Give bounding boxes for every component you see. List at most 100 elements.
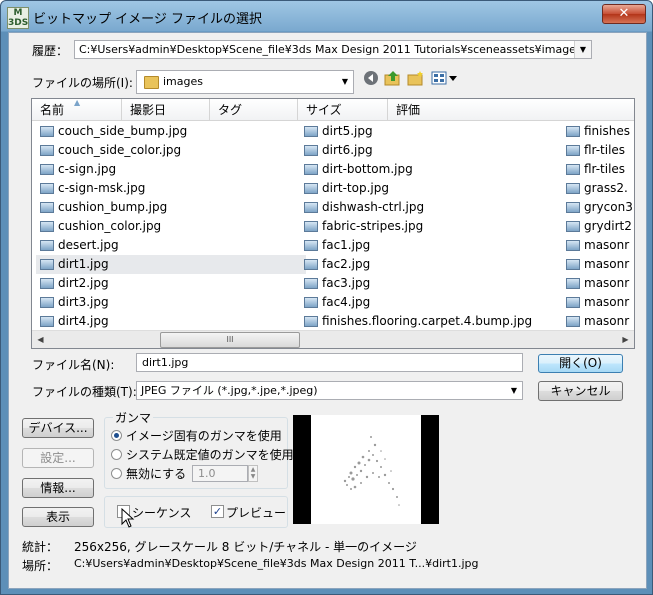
image-preview	[293, 415, 439, 524]
chevron-down-icon[interactable]: ▼	[574, 41, 591, 58]
chevron-down-icon[interactable]: ▼	[506, 382, 522, 399]
gamma-override-spinner[interactable]: 1.0	[192, 465, 248, 482]
3ds-max-app-icon: M 3DS	[7, 7, 29, 29]
close-button[interactable]: ✕	[602, 4, 646, 24]
file-item[interactable]: flr-tiles	[562, 141, 634, 160]
file-item[interactable]: fac2.jpg	[300, 255, 570, 274]
file-item[interactable]: dirt3.jpg	[36, 293, 306, 312]
image-file-icon	[40, 278, 54, 289]
file-item[interactable]: masonr	[562, 274, 634, 293]
filename-label: ファイル名(N):	[32, 358, 115, 372]
image-file-icon	[304, 221, 318, 232]
column-header-date[interactable]: 撮影日	[122, 99, 210, 121]
file-item[interactable]: masonr	[562, 293, 634, 312]
gamma-option-system-radio[interactable]	[111, 449, 122, 460]
file-item[interactable]: fabric-stripes.jpg	[300, 217, 570, 236]
file-list[interactable]: 名前 ▲ 撮影日 タグ サイズ 評価 couch_side_bump.jpg c…	[31, 98, 635, 349]
file-item[interactable]: dirt-top.jpg	[300, 179, 570, 198]
gamma-option-override-radio[interactable]	[111, 468, 122, 479]
file-item[interactable]: cushion_color.jpg	[36, 217, 306, 236]
file-item[interactable]: c-sign-msk.jpg	[36, 179, 306, 198]
mouse-cursor-icon	[121, 507, 135, 531]
file-item[interactable]: grydirt2	[562, 217, 634, 236]
image-file-icon	[566, 278, 580, 289]
image-file-icon	[40, 316, 54, 327]
location-combo[interactable]: images ▼	[136, 70, 354, 94]
column-header-size[interactable]: サイズ	[298, 99, 388, 121]
preview-checkbox[interactable]: ✓	[211, 505, 224, 518]
file-item-selected[interactable]: dirt1.jpg	[36, 255, 306, 274]
file-item[interactable]: c-sign.jpg	[36, 160, 306, 179]
info-button[interactable]: 情報...	[22, 478, 94, 498]
gamma-option-image-radio[interactable]	[111, 430, 122, 441]
file-item[interactable]: couch_side_bump.jpg	[36, 122, 306, 141]
file-item[interactable]: fac3.jpg	[300, 274, 570, 293]
file-column-1: couch_side_bump.jpg couch_side_color.jpg…	[36, 122, 306, 331]
devices-button[interactable]: デバイス...	[22, 418, 94, 438]
column-header-name[interactable]: 名前 ▲	[32, 99, 122, 121]
preview-label: プレビュー	[226, 506, 287, 520]
image-file-icon	[304, 164, 318, 175]
up-folder-icon[interactable]	[384, 70, 402, 88]
new-folder-icon[interactable]	[407, 70, 425, 88]
file-item[interactable]: dirt4.jpg	[36, 312, 306, 331]
horizontal-scrollbar[interactable]: ◀ III ▶	[32, 330, 634, 348]
file-item[interactable]: flr-tiles	[562, 160, 634, 179]
chevron-down-icon[interactable]: ▼	[337, 71, 353, 93]
title-bar[interactable]: M 3DS ビットマップ イメージ ファイルの選択 ✕	[1, 1, 652, 31]
file-item[interactable]: masonr	[562, 255, 634, 274]
image-file-icon	[566, 316, 580, 327]
file-item[interactable]: dirt6.jpg	[300, 141, 570, 160]
file-column-3: finishes flr-tiles flr-tiles grass2. gry…	[562, 122, 634, 331]
file-item[interactable]: dirt5.jpg	[300, 122, 570, 141]
sequence-label: シーケンス	[132, 506, 192, 520]
image-file-icon	[566, 240, 580, 251]
scroll-thumb[interactable]: III	[160, 332, 300, 348]
gamma-option-image-label: イメージ固有のガンマを使用	[126, 429, 282, 443]
file-item[interactable]: masonr	[562, 236, 634, 255]
column-header-tags[interactable]: タグ	[210, 99, 298, 121]
scroll-left-icon[interactable]: ◀	[32, 331, 49, 348]
spinner-arrows-icon[interactable]: ▲ ▼	[248, 465, 258, 482]
cancel-button[interactable]: キャンセル	[538, 381, 623, 401]
view-menu-icon[interactable]	[431, 70, 459, 88]
image-file-icon	[566, 183, 580, 194]
file-item[interactable]: dirt-bottom.jpg	[300, 160, 570, 179]
scroll-right-icon[interactable]: ▶	[617, 331, 634, 348]
location-value: images	[163, 75, 203, 88]
file-item[interactable]: finishes.flooring.carpet.4.bump.jpg	[300, 312, 570, 331]
image-file-icon	[304, 240, 318, 251]
image-file-icon	[566, 126, 580, 137]
back-icon[interactable]	[362, 70, 380, 88]
file-item[interactable]: dirt2.jpg	[36, 274, 306, 293]
image-file-icon	[40, 240, 54, 251]
file-item[interactable]: dishwash-ctrl.jpg	[300, 198, 570, 217]
window-title: ビットマップ イメージ ファイルの選択	[33, 12, 263, 27]
file-dialog-window: M 3DS ビットマップ イメージ ファイルの選択 ✕ 履歴： C:¥Users¥…	[0, 0, 653, 595]
image-file-icon	[304, 183, 318, 194]
image-file-icon	[40, 126, 54, 137]
file-item[interactable]: masonr	[562, 312, 634, 331]
image-file-icon	[40, 145, 54, 156]
view-button[interactable]: 表示	[22, 507, 94, 527]
preview-thumbnail	[311, 415, 421, 524]
file-item[interactable]: cushion_bump.jpg	[36, 198, 306, 217]
column-header-rating[interactable]: 評価	[388, 99, 634, 121]
image-file-icon	[40, 297, 54, 308]
file-item[interactable]: grycon3	[562, 198, 634, 217]
file-item[interactable]: finishes	[562, 122, 634, 141]
history-combo[interactable]: C:¥Users¥admin¥Desktop¥Scene_file¥3ds Ma…	[74, 40, 592, 59]
file-item[interactable]: fac4.jpg	[300, 293, 570, 312]
open-button[interactable]: 開く(O)	[538, 354, 623, 373]
file-item[interactable]: fac1.jpg	[300, 236, 570, 255]
location-label: ファイルの場所(I):	[32, 76, 133, 90]
filename-input[interactable]: dirt1.jpg	[136, 353, 523, 372]
file-item[interactable]: couch_side_color.jpg	[36, 141, 306, 160]
setup-button[interactable]: 設定...	[22, 448, 94, 468]
file-item[interactable]: desert.jpg	[36, 236, 306, 255]
image-file-icon	[304, 145, 318, 156]
image-file-icon	[40, 164, 54, 175]
image-file-icon	[304, 278, 318, 289]
file-item[interactable]: grass2.	[562, 179, 634, 198]
filetype-combo[interactable]: JPEG ファイル (*.jpg,*.jpe,*.jpeg) ▼	[136, 381, 523, 400]
